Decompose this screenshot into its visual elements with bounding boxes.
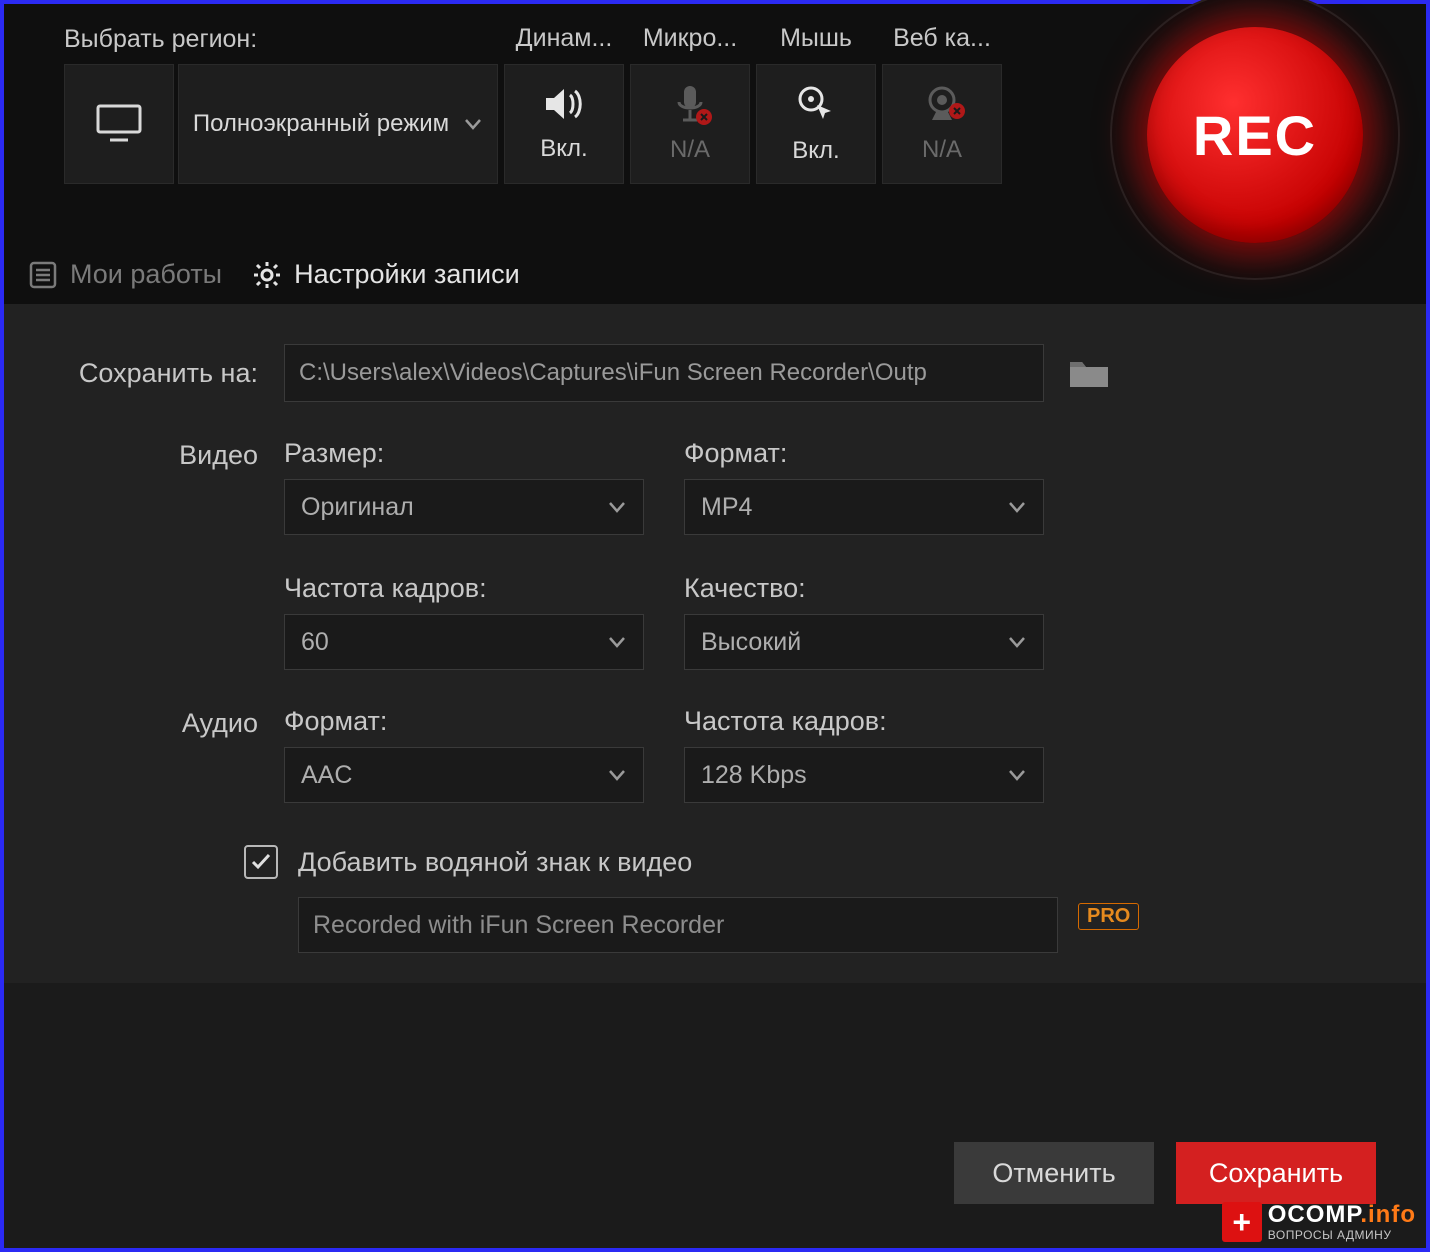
speaker-state: Вкл.: [540, 135, 587, 163]
record-button-label: REC: [1147, 27, 1363, 243]
save-button[interactable]: Сохранить: [1176, 1142, 1376, 1204]
chevron-down-icon: [607, 632, 627, 652]
chevron-down-icon: [1007, 765, 1027, 785]
chevron-down-icon: [607, 765, 627, 785]
speaker-toggle[interactable]: Вкл.: [504, 64, 624, 184]
monitor-button[interactable]: [64, 64, 174, 184]
watermark-label: Добавить водяной знак к видео: [298, 847, 692, 878]
settings-panel: Сохранить на: Видео Размер: Оригинал Фор…: [4, 304, 1426, 983]
chevron-down-icon: [1007, 632, 1027, 652]
tab-my-works-label: Мои работы: [70, 259, 222, 290]
record-button[interactable]: REC: [1110, 0, 1400, 280]
tab-bar: Мои работы Настройки записи: [28, 259, 520, 304]
mouse-header: Мышь: [756, 24, 876, 54]
audio-format-select[interactable]: AAC: [284, 747, 644, 803]
disabled-badge-icon: [948, 102, 966, 120]
webcam-toggle[interactable]: N/A: [882, 64, 1002, 184]
chevron-down-icon: [607, 497, 627, 517]
monitor-icon: [96, 104, 142, 144]
chevron-down-icon: [1007, 497, 1027, 517]
video-quality-value: Высокий: [701, 628, 801, 657]
check-icon: [249, 850, 273, 874]
mic-toggle[interactable]: N/A: [630, 64, 750, 184]
webcam-header: Веб ка...: [882, 24, 1002, 54]
site-watermark: + OCOMP.info ВОПРОСЫ АДМИНУ: [1222, 1202, 1416, 1242]
watermark-checkbox[interactable]: [244, 845, 278, 879]
region-mode-select[interactable]: Полноэкранный режим: [178, 64, 498, 184]
mic-header: Микро...: [630, 24, 750, 54]
audio-section-label: Аудио: [54, 706, 284, 803]
video-fps-value: 60: [301, 628, 329, 657]
cursor-click-icon: [795, 83, 837, 125]
brand-tagline: ВОПРОСЫ АДМИНУ: [1268, 1229, 1416, 1241]
video-section-label: Видео: [54, 438, 284, 670]
chevron-down-icon: [463, 114, 483, 134]
webcam-state: N/A: [922, 136, 962, 164]
tab-record-settings-label: Настройки записи: [294, 259, 520, 290]
footer-buttons: Отменить Сохранить: [954, 1142, 1376, 1204]
speaker-header: Динам...: [504, 24, 624, 54]
tab-record-settings[interactable]: Настройки записи: [252, 259, 520, 290]
video-format-label: Формат:: [684, 438, 1044, 469]
video-size-value: Оригинал: [301, 493, 414, 522]
audio-bitrate-label: Частота кадров:: [684, 706, 1044, 737]
video-quality-label: Качество:: [684, 573, 1044, 604]
brand-name: OCOMP.info: [1268, 1203, 1416, 1227]
video-size-label: Размер:: [284, 438, 644, 469]
audio-bitrate-value: 128 Kbps: [701, 761, 807, 790]
cancel-button[interactable]: Отменить: [954, 1142, 1154, 1204]
speaker-icon: [542, 85, 586, 123]
video-format-value: MP4: [701, 493, 752, 522]
folder-icon: [1068, 356, 1110, 390]
audio-bitrate-select[interactable]: 128 Kbps: [684, 747, 1044, 803]
tab-my-works[interactable]: Мои работы: [28, 259, 222, 290]
video-quality-select[interactable]: Высокий: [684, 614, 1044, 670]
disabled-badge-icon: [695, 108, 713, 126]
plus-icon: +: [1222, 1202, 1262, 1242]
video-fps-label: Частота кадров:: [284, 573, 644, 604]
mouse-state: Вкл.: [792, 137, 839, 165]
save-to-label: Сохранить на:: [54, 358, 284, 389]
video-size-select[interactable]: Оригинал: [284, 479, 644, 535]
pro-badge: PRO: [1078, 903, 1139, 930]
region-label: Выбрать регион:: [64, 25, 498, 54]
audio-format-value: AAC: [301, 761, 352, 790]
watermark-text-value: Recorded with iFun Screen Recorder: [313, 911, 724, 940]
video-format-select[interactable]: MP4: [684, 479, 1044, 535]
region-mode-label: Полноэкранный режим: [193, 109, 449, 139]
mic-state: N/A: [670, 136, 710, 164]
top-toolbar: Выбрать регион: Полноэкранный режим Дина…: [4, 4, 1426, 304]
mouse-toggle[interactable]: Вкл.: [756, 64, 876, 184]
save-path-input[interactable]: [284, 344, 1044, 402]
browse-folder-button[interactable]: [1064, 348, 1114, 398]
list-icon: [28, 260, 58, 290]
audio-format-label: Формат:: [284, 706, 644, 737]
app-window: Выбрать регион: Полноэкранный режим Дина…: [0, 0, 1430, 1252]
watermark-text-input[interactable]: Recorded with iFun Screen Recorder: [298, 897, 1058, 953]
gear-icon: [252, 260, 282, 290]
video-fps-select[interactable]: 60: [284, 614, 644, 670]
